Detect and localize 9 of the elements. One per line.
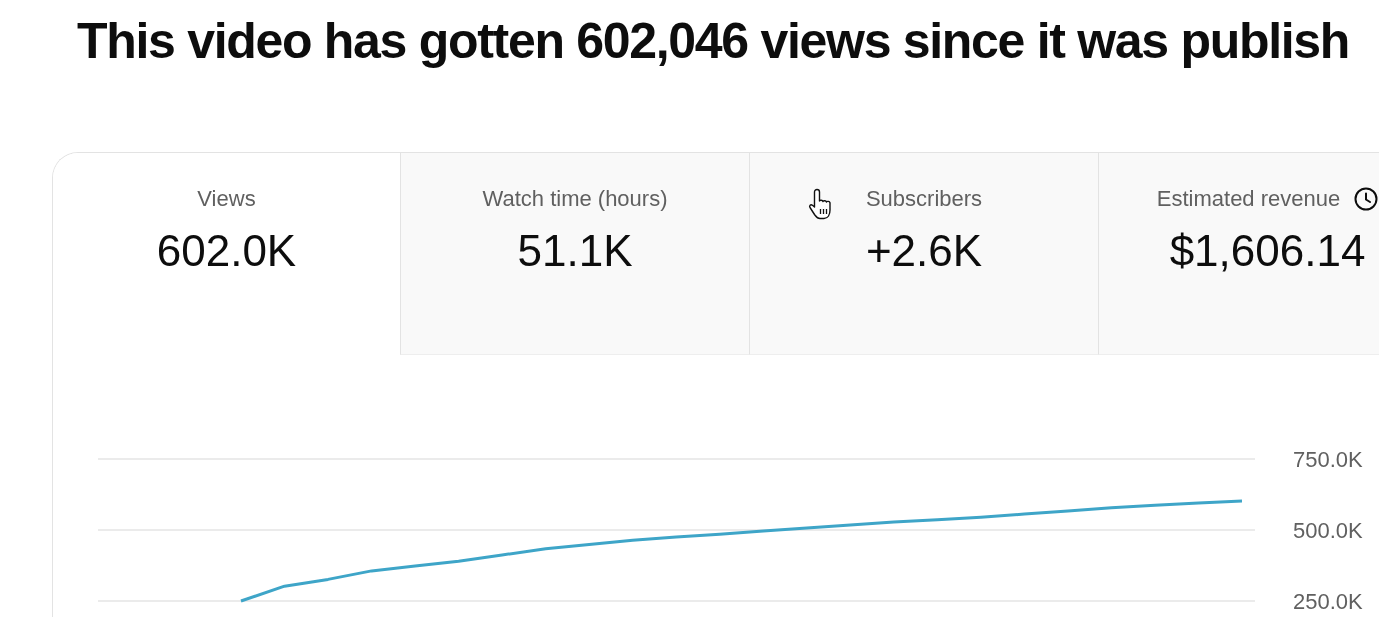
metric-tab[interactable]: Watch time (hours) 51.1K bbox=[400, 153, 749, 355]
metric-tab[interactable]: Estimated revenue $1,606.14 bbox=[1098, 153, 1379, 355]
clock-icon bbox=[1354, 187, 1379, 211]
y-axis-label: 500.0K bbox=[1293, 517, 1363, 543]
y-axis-label: 250.0K bbox=[1293, 588, 1363, 614]
y-axis-label: 750.0K bbox=[1293, 446, 1363, 472]
metric-tab[interactable]: Subscribers +2.6K bbox=[749, 153, 1098, 355]
page-heading: This video has gotten 602,046 views since it was publish bbox=[77, 12, 1350, 70]
hand-cursor-icon bbox=[808, 188, 834, 220]
